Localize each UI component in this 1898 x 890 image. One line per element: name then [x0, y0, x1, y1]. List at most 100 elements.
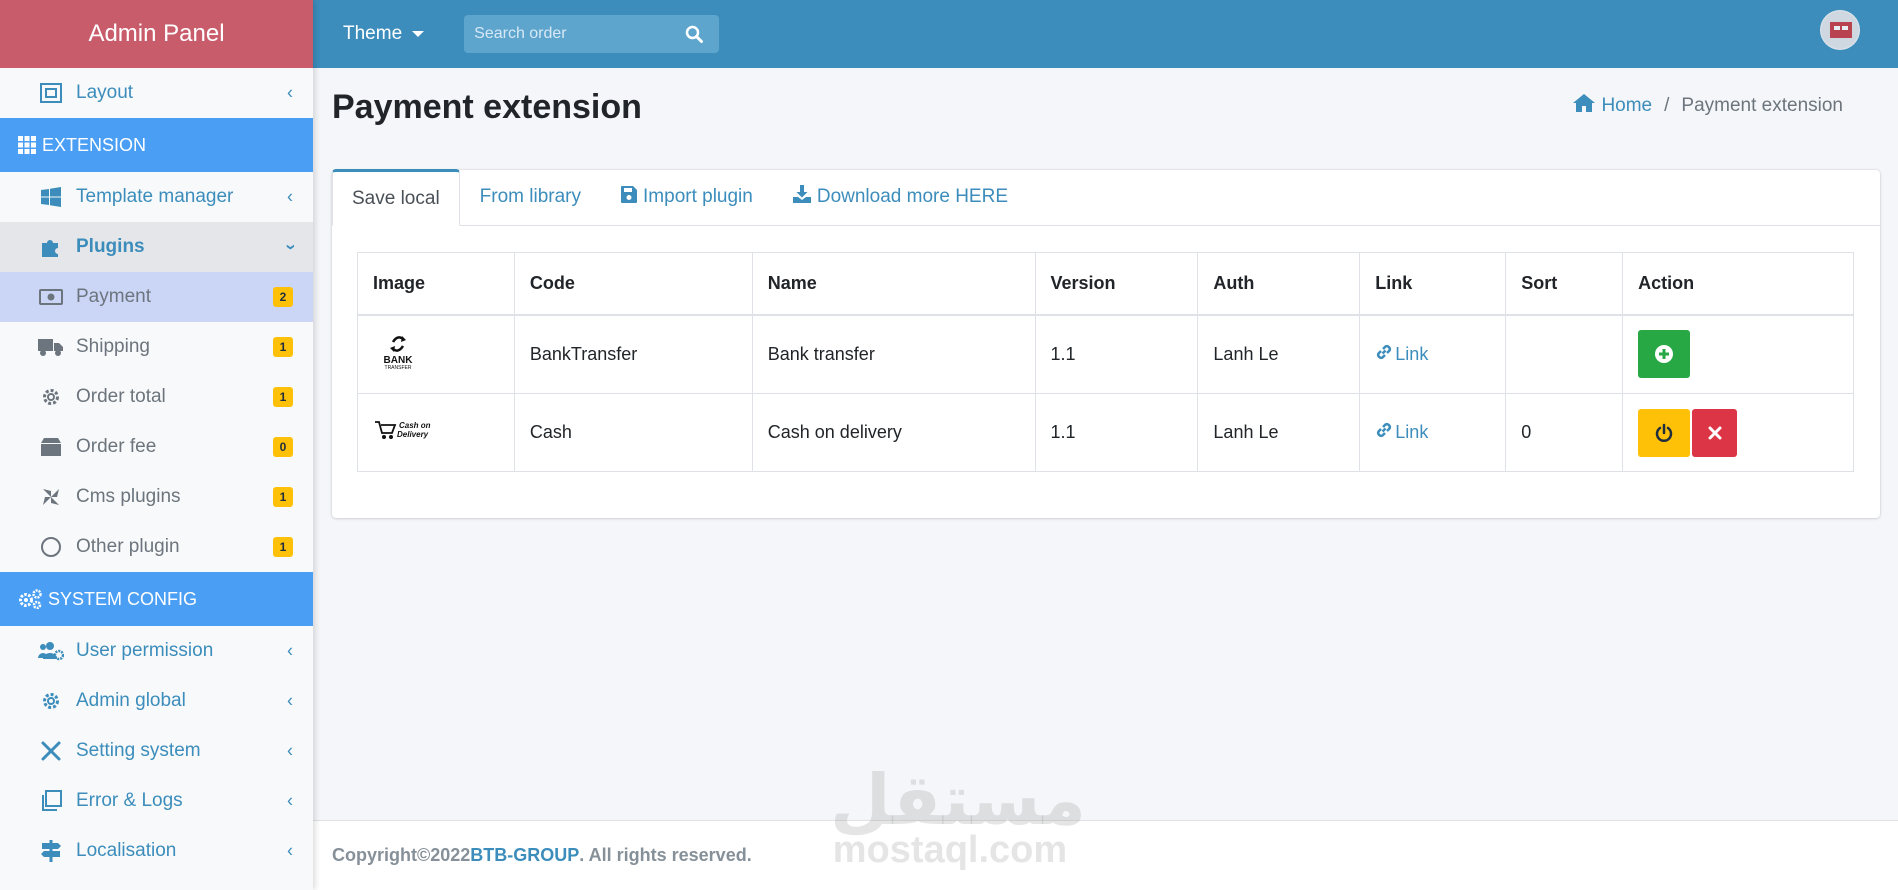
sidebar-item-label: Shipping: [76, 336, 150, 357]
windows-icon: [38, 186, 64, 208]
signpost-icon: [38, 840, 64, 862]
chevron-left-icon: ‹: [287, 790, 293, 811]
chevron-down-icon: ‹: [279, 244, 300, 250]
tab-save-local[interactable]: Save local: [332, 169, 460, 226]
plugin-link-cell: Link: [1359, 393, 1507, 472]
pinwheel-icon: [38, 486, 64, 508]
sidebar-item-cms-plugins[interactable]: Cms plugins 1: [0, 472, 313, 522]
sidebar-item-localisation[interactable]: Localisation ‹: [0, 826, 313, 876]
plugin-link[interactable]: Link: [1375, 343, 1428, 366]
sidebar-item-order-total[interactable]: Order total 1: [0, 372, 313, 422]
logo-text-cash-on: Cash on: [399, 421, 431, 430]
tab-from-library[interactable]: From library: [460, 169, 601, 225]
sidebar-item-other-plugin[interactable]: Other plugin 1: [0, 522, 313, 572]
watermark: مستقل mostaql.com: [830, 765, 1086, 871]
plugin-table: Image Code Name Version Auth Link Sort A…: [357, 252, 1854, 472]
sidebar-item-setting-system[interactable]: Setting system ‹: [0, 726, 313, 776]
sidebar-item-label: Error & Logs: [76, 790, 183, 811]
table-header-row: Image Code Name Version Auth Link Sort A…: [357, 252, 1854, 316]
plugin-name: Cash on delivery: [751, 393, 1036, 472]
logo-text-transfer: TRANSFER: [385, 365, 412, 370]
tools-icon: [38, 740, 64, 762]
gears-icon: [18, 589, 42, 609]
save-icon: [621, 185, 638, 209]
table-row: BANK TRANSFER BankTransfer Bank transfer…: [357, 314, 1854, 394]
sidebar-item-label: Layout: [76, 82, 134, 103]
sidebar-item-label: Template manager: [76, 186, 234, 207]
sidebar-item-template-manager[interactable]: Template manager ‹: [0, 172, 313, 222]
watermark-latin: mostaql.com: [832, 829, 1068, 871]
sidebar-item-plugins[interactable]: Plugins ‹: [0, 222, 313, 272]
count-badge: 1: [273, 537, 293, 557]
cog-icon: [38, 690, 64, 712]
grid-icon: [18, 136, 36, 154]
search-icon[interactable]: [674, 25, 714, 43]
column-header: Version: [1034, 252, 1199, 316]
tab-label: Import plugin: [643, 186, 753, 207]
tab-download-more[interactable]: Download more HERE: [773, 169, 1028, 225]
link-icon: [1375, 421, 1393, 444]
breadcrumb-separator: /: [1664, 95, 1670, 116]
money-icon: [38, 286, 64, 308]
remove-button[interactable]: [1692, 408, 1738, 457]
avatar[interactable]: [1820, 10, 1860, 50]
footer-rights: . All rights reserved.: [579, 845, 752, 865]
sidebar-item-user-permission[interactable]: User permission ‹: [0, 626, 313, 676]
bank-transfer-logo: BANK TRANSFER: [384, 335, 413, 371]
sidebar-item-label: Plugins: [76, 236, 145, 257]
sidebar-item-label: Admin global: [76, 690, 186, 711]
sidebar-item-label: User permission: [76, 640, 214, 661]
column-header: Name: [751, 252, 1036, 316]
plugin-name: Bank transfer: [751, 314, 1036, 394]
page-title: Payment extension: [332, 88, 642, 126]
plugin-actions: [1622, 393, 1854, 472]
theme-dropdown[interactable]: Theme: [343, 23, 425, 45]
chevron-left-icon: ‹: [287, 186, 293, 207]
tab-import-plugin[interactable]: Import plugin: [601, 169, 773, 225]
link-label: Link: [1395, 422, 1429, 442]
sidebar-item-shipping[interactable]: Shipping 1: [0, 322, 313, 372]
footer-brand-link[interactable]: BTB-GROUP: [470, 845, 579, 866]
tab-label: From library: [479, 186, 582, 207]
brand-title[interactable]: Admin Panel: [0, 0, 313, 68]
chevron-left-icon: ‹: [287, 840, 293, 861]
power-icon: [1655, 423, 1673, 442]
sidebar-item-admin-global[interactable]: Admin global ‹: [0, 676, 313, 726]
sidebar-item-label: Setting system: [76, 740, 201, 761]
sidebar-item-payment[interactable]: Payment 2: [0, 272, 313, 322]
plugin-code: BankTransfer: [513, 314, 753, 394]
chevron-left-icon: ‹: [287, 740, 293, 761]
circle-icon: [38, 536, 64, 558]
disable-button[interactable]: [1638, 408, 1691, 457]
close-icon: [1708, 426, 1722, 439]
chevron-left-icon: ‹: [287, 640, 293, 661]
theme-label: Theme: [343, 23, 403, 44]
count-badge: 2: [273, 287, 293, 307]
sidebar-item-label: Payment: [76, 286, 151, 307]
sidebar-item-label: Localisation: [76, 840, 177, 861]
table-row: Cash on Delivery Cash Cash on delivery 1…: [357, 393, 1854, 472]
column-header: Action: [1622, 252, 1854, 316]
sidebar-item-layout[interactable]: Layout ‹: [0, 68, 313, 118]
plugin-image-cell: Cash on Delivery: [357, 393, 515, 472]
footer: Copyright©2022 BTB-GROUP . All rights re…: [313, 820, 1898, 890]
sidebar-item-error-logs[interactable]: Error & Logs ‹: [0, 776, 313, 826]
install-button[interactable]: [1638, 330, 1691, 379]
sidebar: Admin Panel Layout ‹ EXTENSION Template …: [0, 0, 313, 890]
plugin-auth: Lanh Le: [1197, 393, 1361, 472]
clone-icon: [38, 790, 64, 812]
search-box: [464, 15, 720, 53]
tab-bar: Save local From library Import plugin Do…: [332, 169, 1880, 226]
sidebar-item-label: Order total: [76, 386, 166, 407]
footer-copyright: Copyright©2022: [332, 845, 471, 865]
section-header-label: EXTENSION: [42, 134, 147, 155]
plugin-code: Cash: [513, 393, 753, 472]
column-header: Link: [1359, 252, 1507, 316]
breadcrumb-home[interactable]: Home: [1573, 94, 1652, 118]
breadcrumb-current: Payment extension: [1681, 95, 1843, 116]
sidebar-item-order-fee[interactable]: Order fee 0: [0, 422, 313, 472]
plugin-sort: [1505, 314, 1624, 394]
logo-text-delivery: Delivery: [397, 430, 429, 439]
search-input[interactable]: [464, 25, 675, 43]
plugin-link[interactable]: Link: [1375, 421, 1428, 444]
